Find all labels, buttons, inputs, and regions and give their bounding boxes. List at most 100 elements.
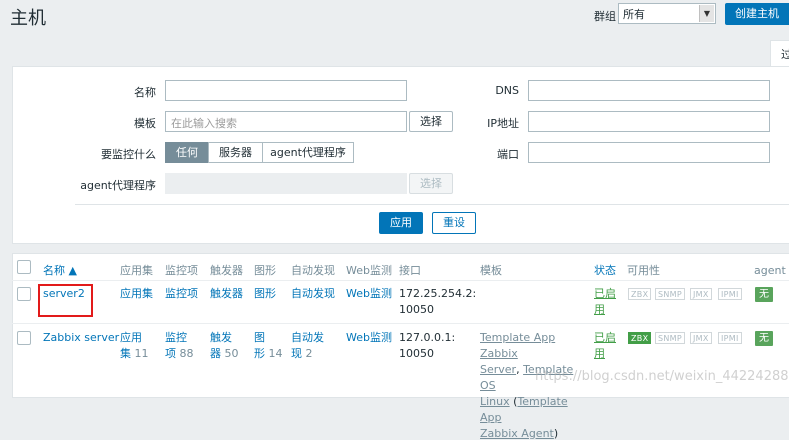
jmx-availability-badge: JMX: [690, 288, 712, 300]
discovery-label: 自动发: [291, 331, 324, 344]
row-divider: [12, 280, 789, 281]
interface-port: 10050: [399, 303, 434, 316]
interface-ip: 172.25.254.2:: [399, 287, 477, 300]
port-filter-label: 端口: [497, 148, 519, 161]
triggers-link[interactable]: 触发器: [210, 286, 243, 302]
graphs-link[interactable]: 图形: [254, 286, 276, 302]
monitor-option-server[interactable]: 服务器: [208, 142, 263, 163]
items-link[interactable]: 监控项: [165, 286, 198, 302]
status-text: 已启: [594, 287, 616, 300]
template-separator: ,: [516, 363, 520, 376]
triggers-link[interactable]: 触发 器 50: [210, 330, 239, 362]
graphs-label: 形: [254, 347, 265, 360]
name-filter-label: 名称: [134, 86, 156, 99]
interface-ip: 127.0.0.1:: [399, 331, 456, 344]
column-header-items: 监控项: [165, 264, 198, 277]
column-header-applications: 应用集: [120, 264, 153, 277]
status-text: 用: [594, 303, 605, 316]
parent-template-link[interactable]: Zabbix Agent: [480, 427, 554, 440]
interface-address: 127.0.0.1: 10050: [399, 330, 455, 362]
reset-filter-button[interactable]: 重设: [432, 212, 476, 234]
column-header-graphs: 图形: [254, 264, 276, 277]
jmx-availability-badge: JMX: [690, 332, 712, 344]
template-filter-label: 模板: [134, 117, 156, 130]
discovery-count: 2: [305, 347, 313, 360]
items-count: 88: [179, 347, 194, 360]
applications-label: 集: [120, 347, 131, 360]
dns-filter-label: DNS: [495, 84, 519, 97]
page-title: 主机: [10, 8, 46, 29]
graphs-label: 图: [254, 331, 265, 344]
ipmi-availability-badge: IPMI: [718, 332, 742, 344]
status-text: 已启: [594, 331, 616, 344]
proxy-filter-input: [165, 173, 407, 194]
template-link[interactable]: Server: [480, 363, 516, 376]
status-link[interactable]: 已启 用: [594, 286, 616, 318]
proxy-select-button: 选择: [409, 173, 453, 194]
column-header-status[interactable]: 状态: [594, 262, 616, 278]
zbx-availability-badge: ZBX: [628, 288, 652, 300]
row-divider: [12, 323, 789, 324]
column-header-interface: 接口: [399, 264, 421, 277]
apply-filter-button[interactable]: 应用: [379, 212, 423, 234]
name-filter-input[interactable]: [165, 80, 407, 101]
column-header-templates: 模板: [480, 264, 502, 277]
items-label: 监控: [165, 331, 187, 344]
select-all-checkbox[interactable]: [17, 260, 31, 274]
column-header-name[interactable]: 名称 ▲: [43, 262, 77, 278]
template-select-button[interactable]: 选择: [409, 111, 453, 132]
triggers-label: 器: [210, 347, 221, 360]
monitor-option-any[interactable]: 任何: [165, 142, 209, 163]
column-header-availability: 可用性: [627, 264, 660, 277]
items-link[interactable]: 监控 项 88: [165, 330, 194, 362]
monitor-type-label: 要监控什么: [101, 148, 156, 161]
host-name-link[interactable]: Zabbix server: [43, 330, 119, 346]
agent-encryption-badge: 无: [755, 331, 773, 346]
status-link[interactable]: 已启 用: [594, 330, 616, 362]
web-link[interactable]: Web监测: [346, 286, 392, 302]
template-link[interactable]: Linux: [480, 395, 510, 408]
triggers-label: 触发: [210, 331, 232, 344]
template-search-input[interactable]: 在此输入搜索: [165, 111, 407, 132]
interface-port: 10050: [399, 347, 434, 360]
graphs-link[interactable]: 图 形 14: [254, 330, 283, 362]
applications-count: 11: [134, 347, 149, 360]
highlight-box: [38, 284, 93, 317]
create-host-button[interactable]: 创建主机: [725, 3, 789, 25]
group-filter-label: 群组: [594, 10, 616, 23]
interface-address: 172.25.254.2: 10050: [399, 286, 476, 318]
monitor-option-proxy[interactable]: agent代理程序: [262, 142, 354, 163]
row-checkbox[interactable]: [17, 331, 31, 345]
applications-link[interactable]: 应用集: [120, 286, 153, 302]
snmp-availability-badge: SNMP: [655, 288, 685, 300]
discovery-link[interactable]: 自动发现: [291, 286, 335, 302]
chevron-down-icon: ▼: [699, 5, 714, 22]
column-header-agent-encryption: agent 加: [754, 264, 789, 277]
proxy-filter-label: agent代理程序: [80, 179, 156, 192]
column-header-discovery: 自动发现: [291, 264, 335, 277]
dns-filter-input[interactable]: [528, 80, 770, 101]
port-filter-input[interactable]: [528, 142, 770, 163]
template-link[interactable]: Template App Zabbix: [480, 331, 555, 360]
triggers-count: 50: [224, 347, 239, 360]
discovery-label: 现: [291, 347, 302, 360]
discovery-link[interactable]: 自动发 现 2: [291, 330, 324, 362]
filter-divider: [75, 204, 789, 205]
zbx-availability-badge: ZBX: [628, 332, 652, 344]
watermark: https://blog.csdn.net/weixin_44224288: [535, 369, 789, 384]
column-header-triggers: 触发器: [210, 264, 243, 277]
ipmi-availability-badge: IPMI: [718, 288, 742, 300]
ip-filter-input[interactable]: [528, 111, 770, 132]
filter-tab[interactable]: 过: [770, 40, 789, 66]
row-checkbox[interactable]: [17, 287, 31, 301]
snmp-availability-badge: SNMP: [655, 332, 685, 344]
applications-label: 应用: [120, 331, 142, 344]
web-link[interactable]: Web监测: [346, 330, 392, 346]
group-select[interactable]: 所有 ▼: [618, 3, 716, 24]
templates-list: Template App Zabbix Server, Template OS …: [480, 330, 590, 440]
items-label: 项: [165, 347, 176, 360]
column-header-web: Web监测: [346, 264, 392, 277]
applications-link[interactable]: 应用 集 11: [120, 330, 149, 362]
status-text: 用: [594, 347, 605, 360]
template-paren: ): [553, 427, 559, 440]
